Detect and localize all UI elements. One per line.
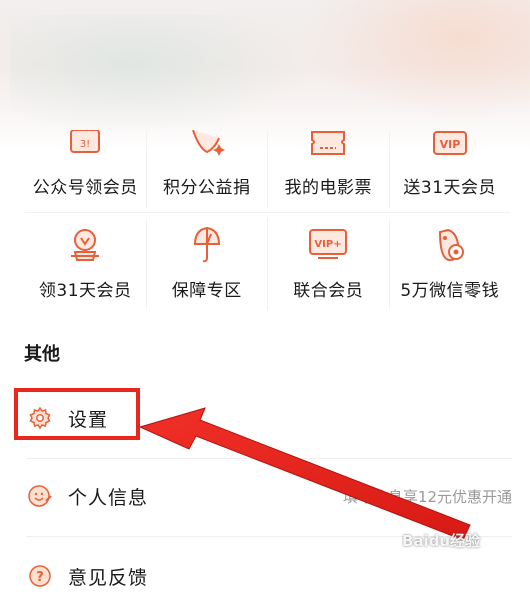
section-title-other: 其他	[24, 344, 60, 365]
grid-item-joint-membership[interactable]: VIP+ 联合会员	[268, 218, 390, 310]
vip-icon-text: VIP	[439, 138, 460, 151]
grid-item-label: 积分公益捐	[163, 178, 251, 198]
grid-item-official-account[interactable]: 3! 公众号领会员	[25, 130, 147, 208]
service-grid-row-1: 3! 公众号领会员 积分公益捐 我的电影票 VIP 送31天会员	[25, 130, 510, 208]
grid-item-protection-zone[interactable]: 保障专区	[147, 218, 268, 310]
grid-item-label: 送31天会员	[403, 178, 497, 198]
grid-item-label: 联合会员	[293, 281, 364, 301]
official-account-icon: 3!	[70, 130, 101, 153]
heart-sparkle-icon	[191, 130, 225, 156]
personal-info-label: 个人信息	[68, 486, 149, 509]
coin-bag-icon	[438, 228, 464, 262]
svg-text:?: ?	[36, 570, 44, 585]
ticket-icon	[311, 131, 346, 155]
feedback-label: 意见反馈	[68, 566, 149, 589]
watermark-text: Baidu经验	[402, 532, 481, 550]
personal-info-item[interactable]: 个人信息 填写信息享12元优惠开通	[26, 468, 512, 524]
blurred-header-banner	[0, 0, 530, 150]
feedback-item[interactable]: ? 意见反馈	[26, 548, 512, 604]
vip-plus-icon: VIP+	[309, 229, 348, 259]
grid-item-label: 保障专区	[171, 281, 242, 301]
grid-item-label: 我的电影票	[284, 178, 372, 198]
gift-icon	[71, 229, 100, 261]
smile-edit-icon	[26, 482, 54, 510]
shield-umbrella-icon	[193, 226, 220, 263]
grid-item-gift-31-day-vip[interactable]: VIP 送31天会员	[390, 130, 511, 208]
grid-item-label: 5万微信零钱	[400, 281, 500, 301]
grid-divider	[25, 212, 510, 213]
grid-item-claim-31-day-vip[interactable]: 领31天会员	[25, 218, 147, 310]
personal-info-promo-text: 填写信息享12元优惠开通	[342, 487, 512, 506]
highlight-box-settings	[14, 388, 140, 440]
grid-item-label: 领31天会员	[38, 281, 132, 301]
service-grid-row-2: 领31天会员 保障专区 VIP+ 联合会员 5万微信零钱	[25, 218, 510, 310]
grid-item-wechat-cash[interactable]: 5万微信零钱	[390, 218, 511, 310]
question-icon: ?	[26, 562, 54, 590]
vip-icon: VIP	[432, 131, 467, 155]
grid-item-points-donation[interactable]: 积分公益捐	[147, 130, 268, 208]
list-separator	[26, 458, 512, 459]
grid-item-movie-tickets[interactable]: 我的电影票	[268, 130, 390, 208]
grid-item-label: 公众号领会员	[32, 178, 138, 198]
vip-plus-icon-text: VIP+	[315, 239, 342, 250]
svg-text:3!: 3!	[80, 139, 90, 150]
